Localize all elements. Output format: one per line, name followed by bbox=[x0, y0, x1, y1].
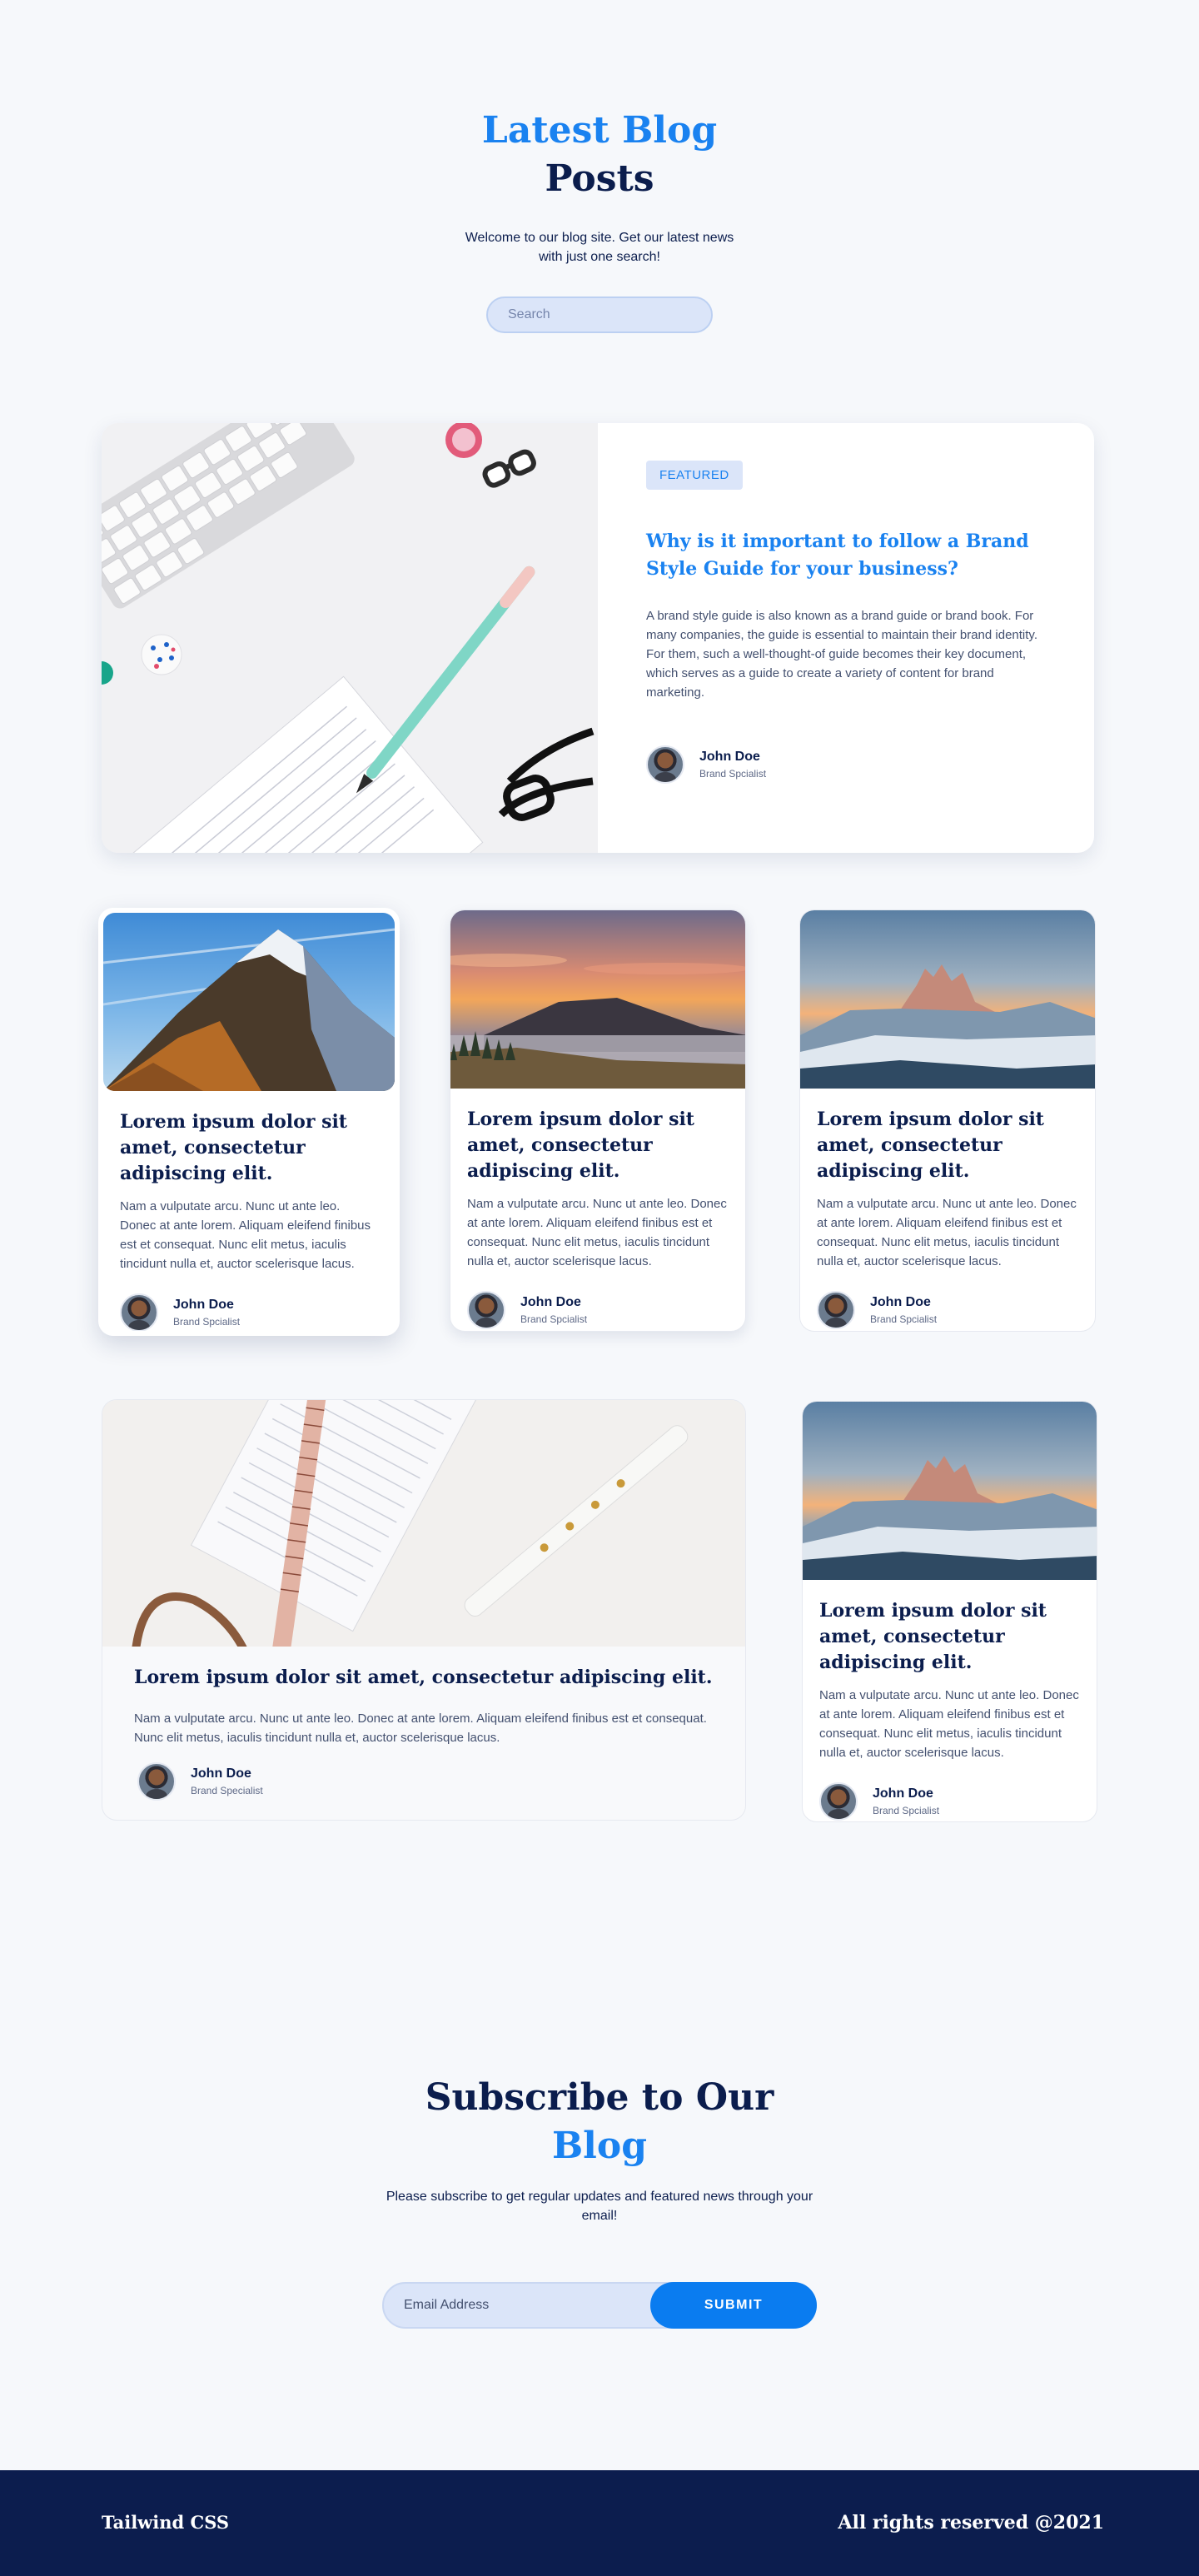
post-image bbox=[102, 1400, 745, 1647]
avatar bbox=[120, 1293, 158, 1331]
hero-section: Latest Blog Posts Welcome to our blog si… bbox=[0, 107, 1199, 333]
avatar bbox=[817, 1291, 855, 1329]
blog-post-card[interactable]: Lorem ipsum dolor sit amet, consectetur … bbox=[799, 909, 1096, 1332]
post-author: John Doe Brand Spcialist bbox=[467, 1291, 729, 1329]
author-name: John Doe bbox=[191, 1766, 251, 1781]
author-role: Brand Spcialist bbox=[173, 1316, 241, 1328]
featured-post-card[interactable]: FEATURED Why is it important to follow a… bbox=[102, 423, 1094, 853]
subscribe-title-highlight: Blog bbox=[551, 2125, 648, 2167]
post-title[interactable]: Lorem ipsum dolor sit amet, consectetur … bbox=[819, 1598, 1080, 1676]
author-role: Brand Spcialist bbox=[520, 1313, 588, 1325]
subscribe-title-main: Subscribe to Our bbox=[425, 2076, 774, 2119]
footer: Tailwind CSS All rights reserved @2021 bbox=[0, 2470, 1199, 2576]
desk-flatlay-illustration bbox=[102, 423, 598, 853]
post-image bbox=[800, 910, 1095, 1089]
post-excerpt: Nam a vulputate arcu. Nunc ut ante leo. … bbox=[120, 1199, 371, 1271]
post-image bbox=[103, 913, 395, 1091]
featured-post-image bbox=[102, 423, 598, 853]
page-title-rest: Posts bbox=[545, 157, 654, 200]
email-field[interactable] bbox=[404, 2284, 637, 2327]
post-excerpt: Nam a vulputate arcu. Nunc ut ante leo. … bbox=[134, 1712, 707, 1745]
post-title[interactable]: Lorem ipsum dolor sit amet, consectetur … bbox=[467, 1107, 729, 1184]
author-name: John Doe bbox=[873, 1786, 933, 1801]
avatar bbox=[646, 745, 684, 784]
author-name: John Doe bbox=[173, 1298, 234, 1312]
sunset-hill-illustration bbox=[450, 954, 745, 1089]
featured-post-title[interactable]: Why is it important to follow a Brand St… bbox=[646, 528, 1046, 583]
page-title-highlight: Latest Blog bbox=[481, 109, 718, 152]
featured-post-description: A brand style guide is also known as a b… bbox=[646, 609, 1037, 700]
search-input[interactable] bbox=[486, 296, 713, 333]
author-role: Brand Spcialist bbox=[873, 1805, 940, 1816]
footer-brand[interactable]: Tailwind CSS bbox=[102, 2512, 229, 2533]
post-excerpt: Nam a vulputate arcu. Nunc ut ante leo. … bbox=[817, 1197, 1077, 1268]
post-excerpt: Nam a vulputate arcu. Nunc ut ante leo. … bbox=[819, 1688, 1079, 1760]
subscribe-text: Please subscribe to get regular updates … bbox=[386, 2190, 813, 2223]
post-author: John Doe Brand Spcialist bbox=[817, 1291, 1078, 1329]
author-role: Brand Spcialist bbox=[870, 1313, 938, 1325]
post-title[interactable]: Lorem ipsum dolor sit amet, consectetur … bbox=[817, 1107, 1078, 1184]
avatar bbox=[467, 1291, 505, 1329]
blog-post-card-wide[interactable]: Lorem ipsum dolor sit amet, consectetur … bbox=[102, 1399, 746, 1821]
blog-post-card[interactable]: Lorem ipsum dolor sit amet, consectetur … bbox=[450, 909, 746, 1332]
featured-badge: FEATURED bbox=[646, 461, 743, 490]
author-name: John Doe bbox=[520, 1295, 581, 1309]
mountain-illustration bbox=[103, 928, 395, 1091]
post-title[interactable]: Lorem ipsum dolor sit amet, consectetur … bbox=[120, 1109, 378, 1187]
post-author: John Doe Brand Spcialist bbox=[120, 1293, 378, 1331]
post-author: John Doe Brand Specialist bbox=[137, 1762, 714, 1801]
subscribe-section: Subscribe to Our Blog Please subscribe t… bbox=[0, 2074, 1199, 2329]
avatar bbox=[819, 1782, 858, 1821]
author-name: John Doe bbox=[699, 750, 760, 764]
notebook-pencil-illustration bbox=[102, 1400, 745, 1647]
post-author: John Doe Brand Spcialist bbox=[819, 1782, 1080, 1821]
hero-subtitle: Welcome to our blog site. Get our latest… bbox=[465, 231, 734, 264]
avatar bbox=[137, 1762, 176, 1801]
subscribe-title: Subscribe to Our Blog bbox=[0, 2074, 1199, 2170]
submit-button[interactable]: SUBMIT bbox=[650, 2282, 817, 2329]
post-title[interactable]: Lorem ipsum dolor sit amet, consectetur … bbox=[134, 1665, 714, 1691]
post-image bbox=[450, 910, 745, 1089]
blog-post-card[interactable]: Lorem ipsum dolor sit amet, consectetur … bbox=[802, 1401, 1097, 1822]
author-role: Brand Spcialist bbox=[699, 768, 767, 780]
snowy-peaks-illustration bbox=[803, 1456, 1097, 1580]
snowy-peaks-illustration bbox=[800, 964, 1095, 1089]
featured-post-author: John Doe Brand Spcialist bbox=[646, 745, 1046, 784]
featured-post-body: FEATURED Why is it important to follow a… bbox=[598, 423, 1094, 853]
post-excerpt: Nam a vulputate arcu. Nunc ut ante leo. … bbox=[467, 1197, 727, 1268]
page-title: Latest Blog Posts bbox=[0, 107, 1199, 203]
author-name: John Doe bbox=[870, 1295, 931, 1309]
author-role: Brand Specialist bbox=[191, 1785, 263, 1796]
subscribe-form: SUBMIT bbox=[382, 2282, 817, 2329]
footer-copyright: All rights reserved @2021 bbox=[838, 2512, 1104, 2534]
blog-post-card[interactable]: Lorem ipsum dolor sit amet, consectetur … bbox=[98, 908, 400, 1336]
post-image bbox=[803, 1402, 1097, 1580]
